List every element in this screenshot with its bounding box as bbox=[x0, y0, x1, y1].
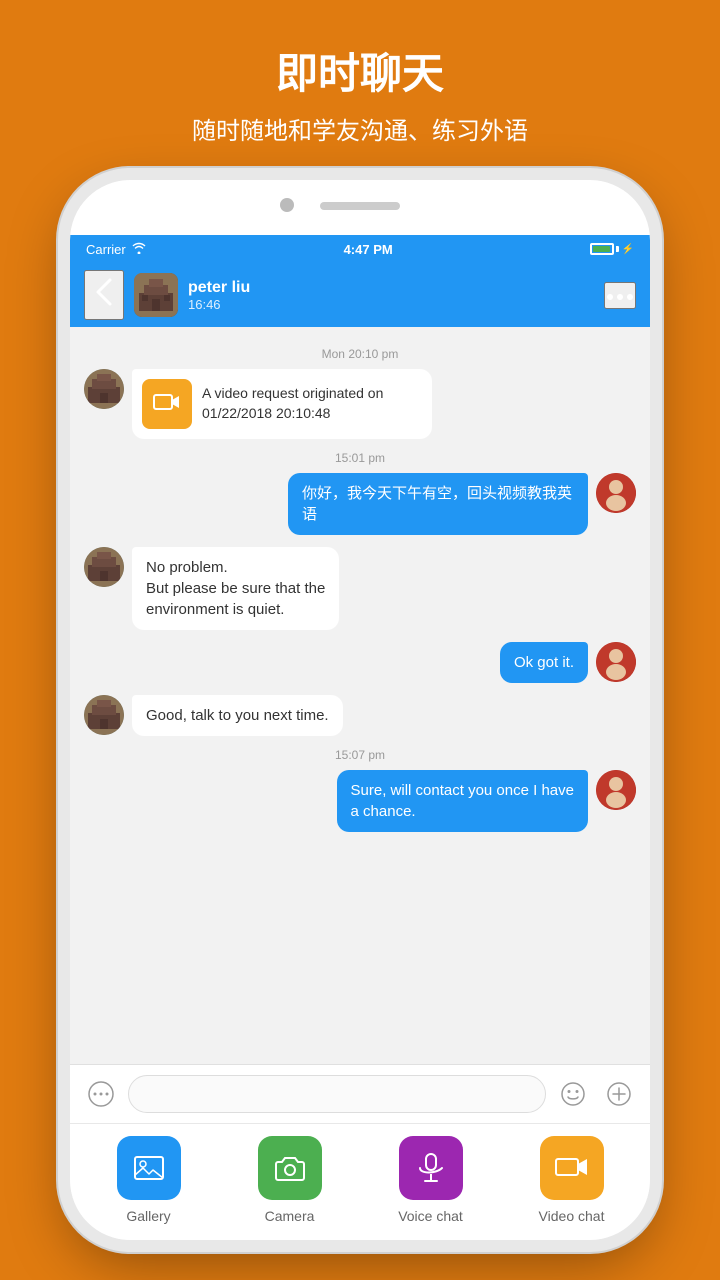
battery-tip bbox=[616, 246, 619, 252]
message-row-outgoing-3: Sure, will contact you once I havea chan… bbox=[84, 770, 636, 832]
messages-area[interactable]: Mon 20:10 pm bbox=[70, 327, 650, 1064]
battery-fill bbox=[593, 246, 610, 252]
self-avatar-msg2 bbox=[596, 642, 636, 682]
message-bubble-outgoing: 你好，我今天下午有空，回头视频教我英语 bbox=[288, 473, 588, 535]
background: 即时聊天 随时随地和学友沟通、练习外语 Carrier bbox=[0, 0, 720, 1280]
voice-chat-label: Voice chat bbox=[398, 1208, 463, 1224]
video-icon-box bbox=[142, 379, 192, 429]
self-avatar-msg3 bbox=[596, 770, 636, 810]
battery-indicator: ⚡ bbox=[590, 243, 634, 255]
status-time: 4:47 PM bbox=[344, 242, 393, 257]
screen: Carrier 4:47 PM ⚡ bbox=[70, 235, 650, 1240]
contact-avatar-msg2 bbox=[84, 547, 124, 587]
contact-avatar-msg3 bbox=[84, 695, 124, 735]
carrier-info: Carrier bbox=[86, 242, 147, 257]
toolbar-item-gallery[interactable]: Gallery bbox=[94, 1136, 204, 1224]
message-text-4: Good, talk to you next time. bbox=[146, 707, 329, 724]
status-bar: Carrier 4:47 PM ⚡ bbox=[70, 235, 650, 263]
carrier-label: Carrier bbox=[86, 242, 126, 257]
message-text-5: Sure, will contact you once I havea chan… bbox=[351, 782, 574, 820]
phone-camera bbox=[280, 198, 294, 212]
toolbar-item-video[interactable]: Video chat bbox=[517, 1136, 627, 1224]
input-area bbox=[70, 1064, 650, 1123]
video-icon-box-toolbar bbox=[540, 1136, 604, 1200]
bottom-toolbar: Gallery Camera bbox=[70, 1123, 650, 1240]
message-bubble-outgoing-2: Ok got it. bbox=[500, 642, 588, 683]
timestamp-3: 15:07 pm bbox=[84, 748, 636, 762]
top-header: 即时聊天 随时随地和学友沟通、练习外语 bbox=[0, 0, 720, 166]
timestamp-1: Mon 20:10 pm bbox=[84, 347, 636, 361]
page-subtitle: 随时随地和学友沟通、练习外语 bbox=[20, 111, 700, 146]
gallery-icon-box bbox=[117, 1136, 181, 1200]
contact-avatar-msg bbox=[84, 369, 124, 409]
emoji-button[interactable] bbox=[554, 1075, 592, 1113]
phone-speaker bbox=[320, 202, 400, 210]
toolbar-item-camera[interactable]: Camera bbox=[235, 1136, 345, 1224]
battery-bolt-icon: ⚡ bbox=[622, 244, 634, 255]
toolbar-item-voice[interactable]: Voice chat bbox=[376, 1136, 486, 1224]
message-text: 你好，我今天下午有空，回头视频教我英语 bbox=[302, 485, 572, 523]
message-bubble-outgoing-3: Sure, will contact you once I havea chan… bbox=[337, 770, 588, 832]
message-row-incoming: No problem.But please be sure that theen… bbox=[84, 547, 636, 630]
avatar-img bbox=[134, 273, 178, 317]
more-options-button[interactable] bbox=[604, 282, 636, 309]
self-avatar-msg bbox=[596, 473, 636, 513]
message-row-outgoing: 你好，我今天下午有空，回头视频教我英语 bbox=[84, 473, 636, 535]
contact-status: 16:46 bbox=[188, 297, 604, 312]
chat-header: peter liu 16:46 bbox=[70, 263, 650, 327]
voice-input-button[interactable] bbox=[82, 1075, 120, 1113]
video-request-text: A video request originated on 01/22/2018… bbox=[202, 384, 422, 423]
battery-box bbox=[590, 243, 614, 255]
page-title: 即时聊天 bbox=[20, 40, 700, 101]
voice-icon-box bbox=[399, 1136, 463, 1200]
phone-inner: Carrier 4:47 PM ⚡ bbox=[70, 180, 650, 1240]
phone-frame: Carrier 4:47 PM ⚡ bbox=[70, 180, 650, 1240]
camera-icon-box bbox=[258, 1136, 322, 1200]
add-button[interactable] bbox=[600, 1075, 638, 1113]
message-row-incoming-2: Good, talk to you next time. bbox=[84, 695, 636, 736]
message-row-outgoing-2: Ok got it. bbox=[84, 642, 636, 683]
video-chat-label: Video chat bbox=[539, 1208, 605, 1224]
camera-label: Camera bbox=[265, 1208, 315, 1224]
contact-name: peter liu bbox=[188, 279, 604, 297]
wifi-icon bbox=[131, 242, 147, 257]
message-bubble-incoming-2: Good, talk to you next time. bbox=[132, 695, 343, 736]
back-button[interactable] bbox=[84, 270, 124, 320]
message-text-2: No problem.But please be sure that theen… bbox=[146, 559, 325, 618]
contact-info: peter liu 16:46 bbox=[188, 279, 604, 312]
message-bubble-incoming: No problem.But please be sure that theen… bbox=[132, 547, 339, 630]
message-row: A video request originated on 01/22/2018… bbox=[84, 369, 636, 439]
gallery-label: Gallery bbox=[126, 1208, 170, 1224]
message-input[interactable] bbox=[128, 1075, 546, 1113]
video-request-bubble: A video request originated on 01/22/2018… bbox=[132, 369, 432, 439]
message-text-3: Ok got it. bbox=[514, 654, 574, 671]
contact-avatar bbox=[134, 273, 178, 317]
timestamp-2: 15:01 pm bbox=[84, 451, 636, 465]
